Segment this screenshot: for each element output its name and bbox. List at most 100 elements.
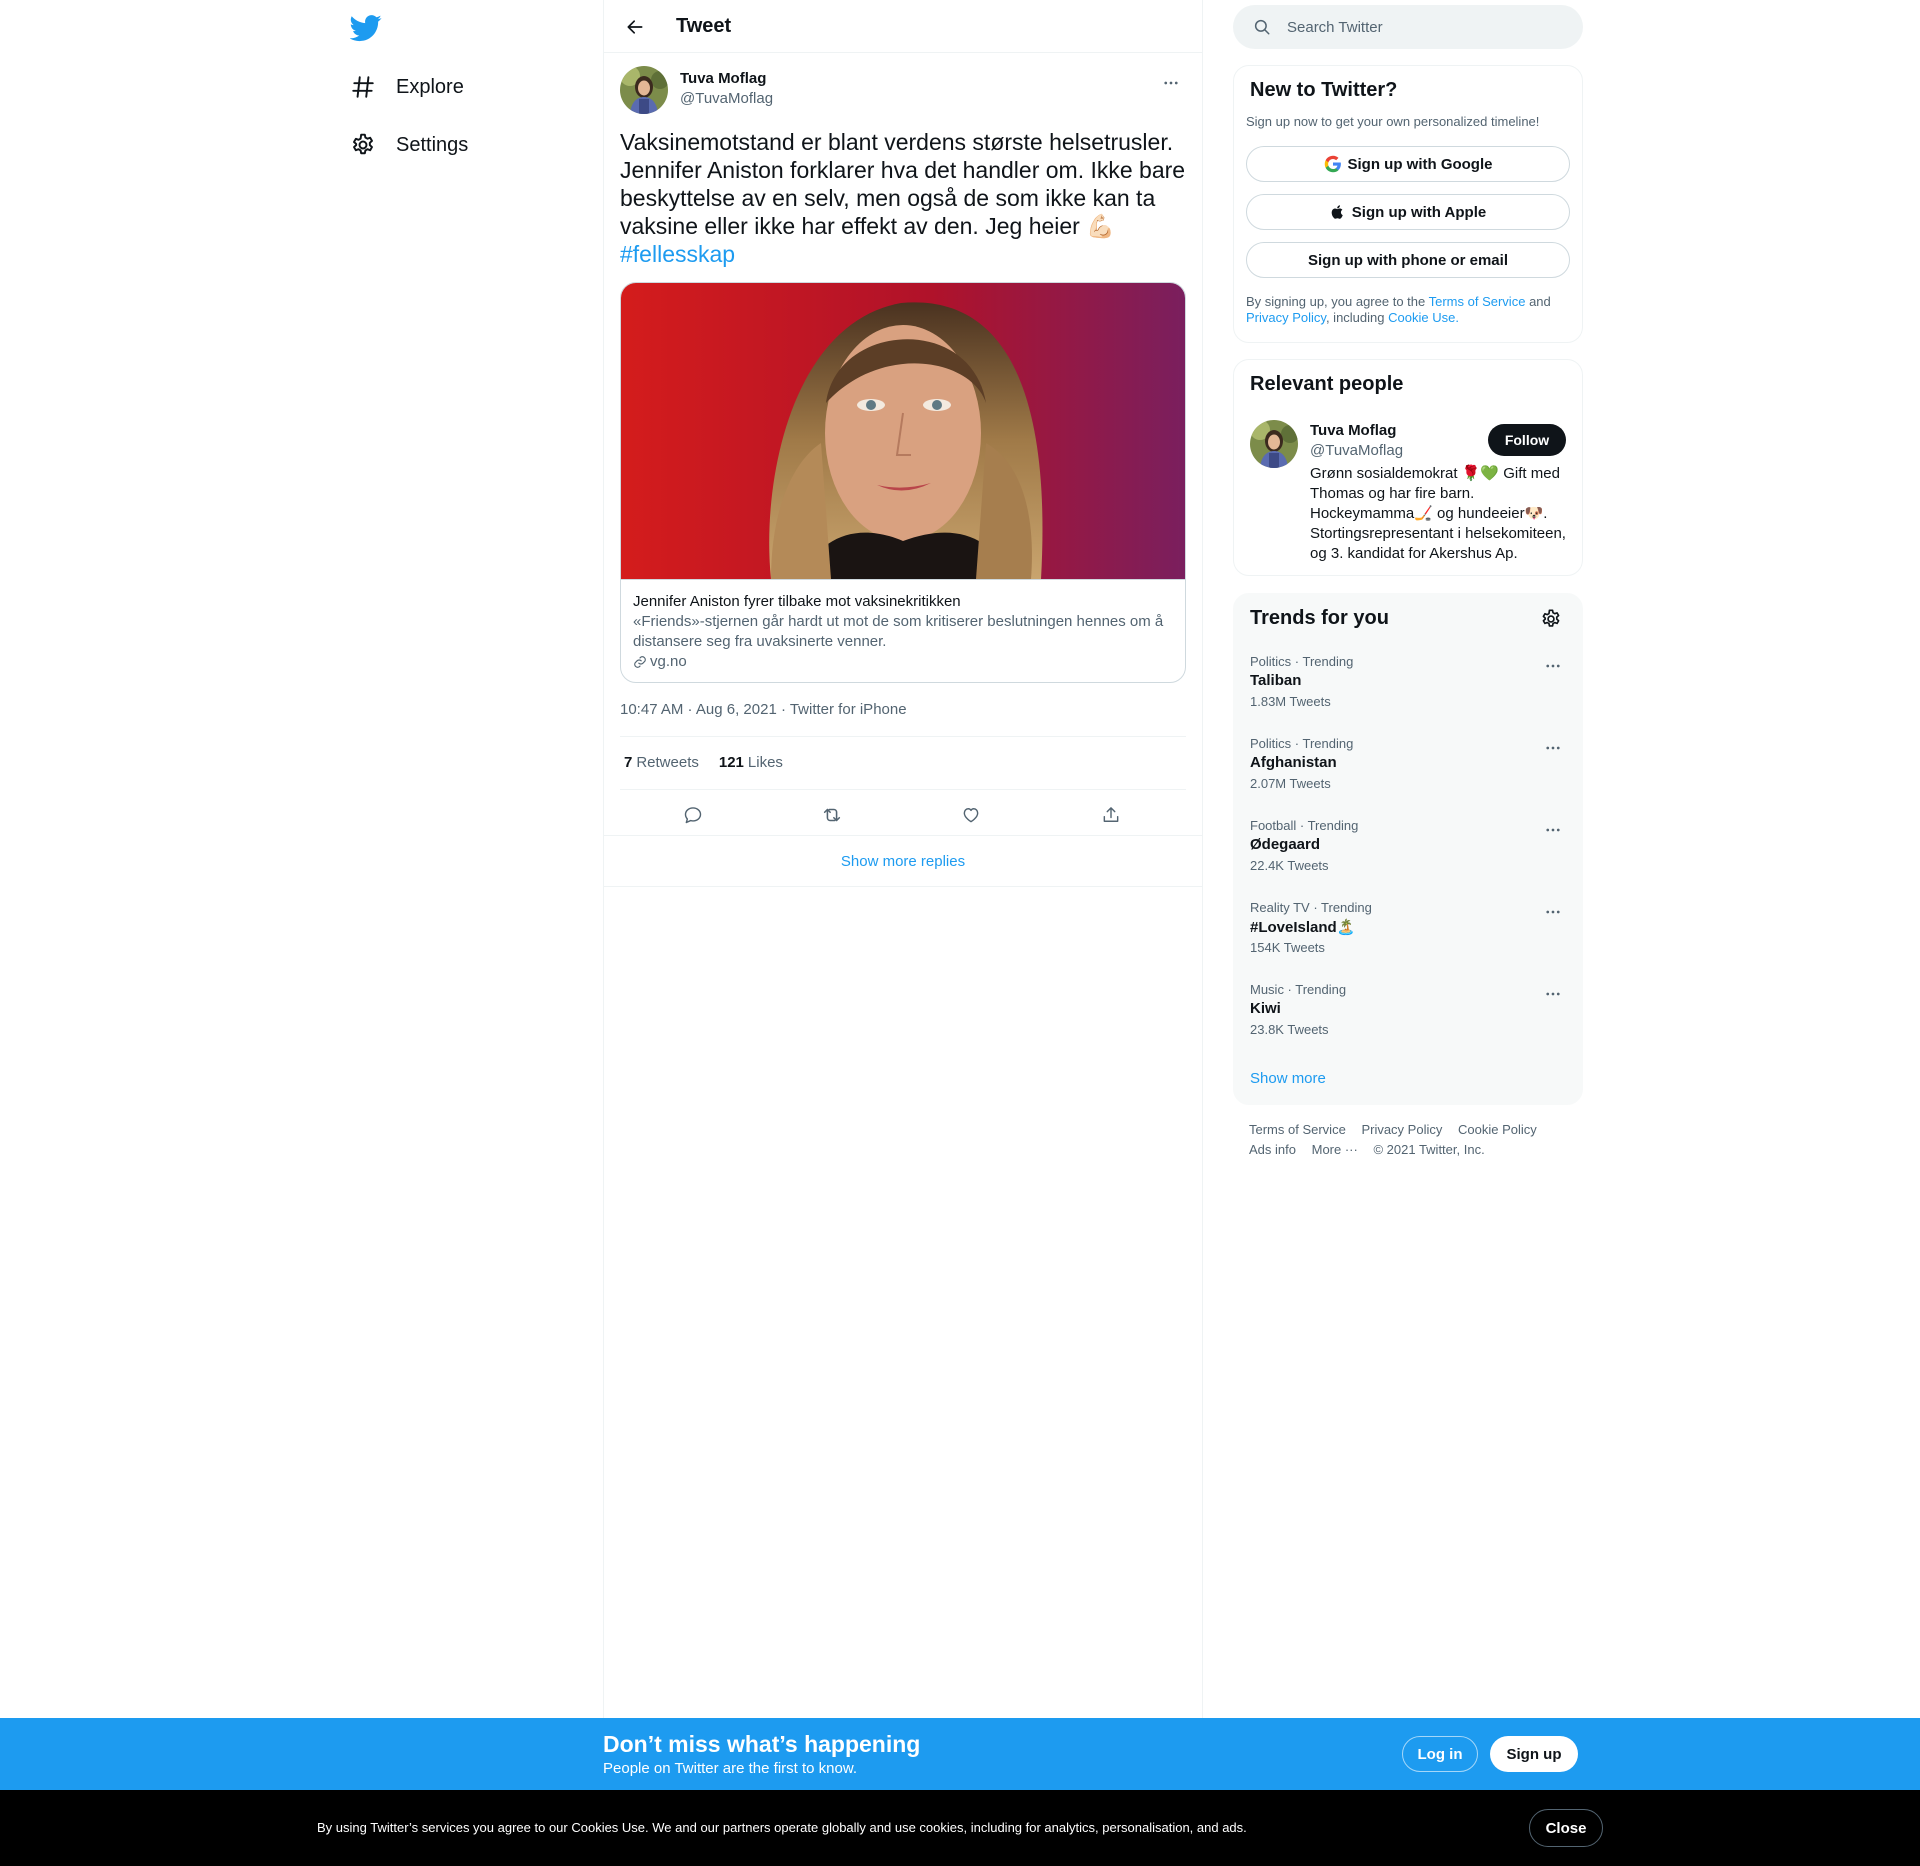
gear-icon[interactable] [1540, 608, 1562, 630]
trend-more-button[interactable] [1538, 982, 1568, 1006]
cookie-bar: By using Twitter’s services you agree to… [0, 1790, 1920, 1866]
cookie-text: By using Twitter’s services you agree to… [317, 1820, 1247, 1835]
trend-name: Kiwi [1250, 1000, 1281, 1017]
person-name[interactable]: Tuva Moflag [1310, 422, 1396, 439]
cookie-use-link[interactable]: Cookie Use. [1388, 310, 1459, 325]
link-card[interactable]: Jennifer Aniston fyrer tilbake mot vaksi… [620, 282, 1186, 683]
retweets-count: 7 [624, 754, 633, 771]
likes-count: 121 [718, 754, 744, 771]
search-input[interactable] [1287, 18, 1547, 36]
retweet-button[interactable] [815, 798, 849, 832]
nav-explore-label: Explore [396, 75, 464, 98]
trend-name: #LoveIsland🏝️ [1250, 919, 1356, 936]
tweet-timestamp[interactable]: 10:47 AM · Aug 6, 2021 · Twitter for iPh… [620, 701, 907, 718]
nav-settings-label: Settings [396, 133, 469, 156]
footer-cookie-link[interactable]: Cookie Policy [1458, 1122, 1537, 1137]
footer-ads-link[interactable]: Ads info [1249, 1142, 1296, 1157]
hashtag-icon [350, 74, 376, 100]
tweet-actions [620, 790, 1186, 840]
trend-item[interactable]: Politics · Trending Taliban 1.83M Tweets [1234, 642, 1584, 724]
trend-name: Taliban [1250, 672, 1302, 689]
card-domain-text: vg.no [650, 653, 687, 670]
google-icon [1324, 155, 1348, 173]
relevant-people-title: Relevant people [1250, 373, 1404, 395]
trend-count: 23.8K Tweets [1250, 1022, 1329, 1037]
nav-settings[interactable]: Settings [350, 120, 468, 170]
footer-terms-link[interactable]: Terms of Service [1249, 1122, 1346, 1137]
search-icon [1253, 18, 1271, 36]
trends-title: Trends for you [1250, 607, 1389, 629]
trend-item[interactable]: Politics · Trending Afghanistan 2.07M Tw… [1234, 724, 1584, 806]
login-button[interactable]: Log in [1402, 1736, 1478, 1772]
signup-phone-email-button[interactable]: Sign up with phone or email [1246, 242, 1570, 278]
hashtag-link[interactable]: #fellesskap [620, 241, 735, 267]
avatar[interactable] [620, 66, 668, 114]
more-dots-icon [1544, 903, 1562, 921]
relevant-people-panel: Relevant people Tuva Moflag @TuvaMoflag … [1233, 359, 1583, 576]
like-icon [961, 805, 981, 825]
nav-explore[interactable]: Explore [350, 62, 464, 112]
like-button[interactable] [954, 798, 988, 832]
trend-context: Reality TV · Trending [1250, 900, 1372, 915]
search-box[interactable] [1233, 5, 1583, 49]
page-header: Tweet [604, 0, 1202, 53]
trend-count: 2.07M Tweets [1250, 776, 1331, 791]
follow-button[interactable]: Follow [1488, 424, 1566, 456]
trend-more-button[interactable] [1538, 818, 1568, 842]
card-domain: vg.no [633, 652, 1173, 672]
divider [604, 886, 1202, 887]
banner-subtitle: People on Twitter are the first to know. [603, 1760, 858, 1777]
trends-panel: Trends for you Politics · Trending Talib… [1233, 593, 1583, 1105]
footer-more-link[interactable]: More ··· [1312, 1142, 1358, 1157]
author-handle[interactable]: @TuvaMoflag [680, 90, 773, 107]
trend-more-button[interactable] [1538, 900, 1568, 924]
more-dots-icon [1544, 657, 1562, 675]
trend-item[interactable]: Reality TV · Trending #LoveIsland🏝️ 154K… [1234, 888, 1584, 970]
new-to-twitter-panel: New to Twitter? Sign up now to get your … [1233, 65, 1583, 343]
more-dots-icon [1162, 74, 1180, 92]
show-more-replies-button[interactable]: Show more replies [604, 836, 1202, 886]
share-icon [1101, 805, 1121, 825]
footer-privacy-link[interactable]: Privacy Policy [1361, 1122, 1442, 1137]
tweet-more-button[interactable] [1156, 68, 1186, 98]
trend-item[interactable]: Football · Trending Ødegaard 22.4K Tweet… [1234, 806, 1584, 888]
signup-apple-label: Sign up with Apple [1351, 203, 1487, 221]
retweets-stat[interactable]: 7 Retweets [624, 754, 699, 771]
signup-button[interactable]: Sign up [1490, 1736, 1578, 1772]
retweets-label: Retweets [636, 754, 699, 771]
signup-google-label: Sign up with Google [1347, 155, 1493, 173]
share-button[interactable] [1094, 798, 1128, 832]
apple-icon [1330, 203, 1352, 221]
trend-count: 154K Tweets [1250, 940, 1325, 955]
trend-more-button[interactable] [1538, 736, 1568, 760]
trend-item[interactable]: Music · Trending Kiwi 23.8K Tweets [1234, 970, 1584, 1052]
reply-button[interactable] [676, 798, 710, 832]
page-title: Tweet [676, 15, 732, 37]
twitter-bird-icon[interactable] [350, 12, 382, 44]
trend-more-button[interactable] [1538, 654, 1568, 678]
tweet-stats: 7 Retweets 121 Likes [624, 754, 783, 771]
main-column: Tweet Tuva Moflag @TuvaMoflag Vaksinemot… [603, 0, 1203, 1866]
person-handle[interactable]: @TuvaMoflag [1310, 442, 1403, 459]
card-title: Jennifer Aniston fyrer tilbake mot vaksi… [633, 593, 961, 610]
terms-link[interactable]: Terms of Service [1429, 294, 1526, 309]
likes-stat[interactable]: 121 Likes [719, 754, 783, 771]
legal-prefix: By signing up, you agree to the [1246, 294, 1426, 309]
trend-context: Politics · Trending [1250, 654, 1354, 669]
signup-legal-text: By signing up, you agree to the Terms of… [1246, 294, 1572, 326]
trend-name: Ødegaard [1250, 836, 1321, 853]
privacy-link[interactable]: Privacy Policy [1246, 310, 1326, 325]
signup-apple-button[interactable]: Sign up with Apple [1246, 194, 1570, 230]
signup-google-button[interactable]: Sign up with Google [1246, 146, 1570, 182]
reply-icon [683, 805, 703, 825]
trend-count: 1.83M Tweets [1250, 694, 1331, 709]
new-to-twitter-title: New to Twitter? [1250, 79, 1398, 101]
back-button[interactable] [620, 12, 650, 42]
author-name[interactable]: Tuva Moflag [680, 70, 766, 87]
trends-show-more-link[interactable]: Show more [1250, 1070, 1326, 1087]
new-to-twitter-subtitle: Sign up now to get your own personalized… [1246, 114, 1540, 129]
more-dots-icon [1544, 985, 1562, 1003]
avatar[interactable] [1250, 420, 1298, 468]
footer-links: Terms of Service Privacy Policy Cookie P… [1249, 1120, 1579, 1160]
cookie-close-button[interactable]: Close [1529, 1809, 1603, 1847]
